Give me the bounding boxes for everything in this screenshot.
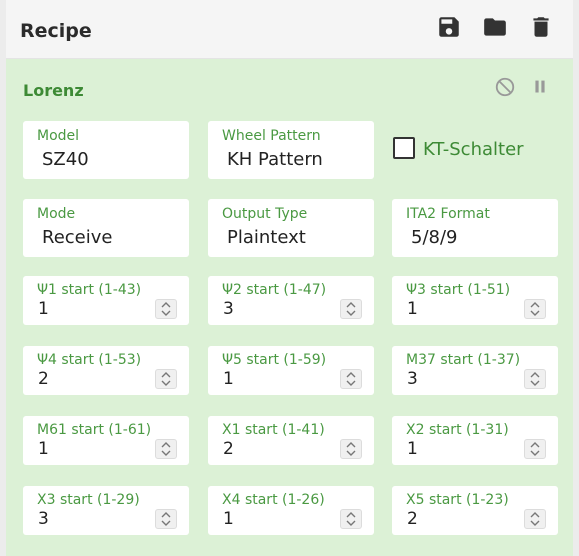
spinner-arrows-icon [346, 302, 356, 316]
psi5-start-label: Ψ5 start (1-59) [222, 352, 327, 368]
psi2-start-field[interactable]: Ψ2 start (1-47) 3 [208, 276, 374, 325]
x2-start-spinner[interactable] [524, 439, 546, 459]
psi5-start-spinner[interactable] [340, 369, 362, 389]
x1-start-spinner[interactable] [340, 439, 362, 459]
operation-title: Lorenz [23, 81, 84, 100]
x2-start-value[interactable]: 1 [407, 439, 418, 459]
spinner-arrows-icon [530, 372, 540, 386]
wheel-pattern-field[interactable]: Wheel Pattern KH Pattern [208, 121, 374, 179]
psi4-start-value[interactable]: 2 [38, 369, 49, 389]
mode-label: Mode [37, 206, 76, 222]
psi3-start-value[interactable]: 1 [407, 299, 418, 319]
ita2-format-value[interactable]: 5/8/9 [411, 227, 458, 248]
x3-start-spinner[interactable] [155, 509, 177, 529]
kt-schalter-label[interactable]: KT-Schalter [423, 139, 524, 160]
kt-schalter-checkbox[interactable] [393, 137, 415, 159]
m37-start-spinner[interactable] [524, 369, 546, 389]
m37-start-label: M37 start (1-37) [406, 352, 521, 368]
psi3-start-label: Ψ3 start (1-51) [406, 282, 511, 298]
x5-start-label: X5 start (1-23) [406, 492, 509, 508]
spinner-arrows-icon [161, 442, 171, 456]
m37-start-value[interactable]: 3 [407, 369, 418, 389]
psi2-start-label: Ψ2 start (1-47) [222, 282, 327, 298]
psi2-start-value[interactable]: 3 [223, 299, 234, 319]
x1-start-label: X1 start (1-41) [222, 422, 325, 438]
psi4-start-field[interactable]: Ψ4 start (1-53) 2 [23, 346, 189, 395]
psi4-start-label: Ψ4 start (1-53) [37, 352, 142, 368]
spinner-arrows-icon [346, 512, 356, 526]
psi3-start-spinner[interactable] [524, 299, 546, 319]
x4-start-value[interactable]: 1 [223, 509, 234, 529]
spinner-arrows-icon [161, 302, 171, 316]
operation-lorenz: Lorenz Model SZ40 Wheel Pattern KH Patte… [6, 59, 573, 556]
trash-icon[interactable] [528, 14, 554, 40]
spinner-arrows-icon [161, 512, 171, 526]
recipe-header: Recipe [6, 0, 573, 59]
ita2-format-field[interactable]: ITA2 Format 5/8/9 [392, 199, 558, 257]
x4-start-label: X4 start (1-26) [222, 492, 325, 508]
spinner-arrows-icon [161, 372, 171, 386]
psi1-start-spinner[interactable] [155, 299, 177, 319]
spinner-arrows-icon [530, 302, 540, 316]
model-label: Model [37, 128, 80, 144]
wheel-pattern-value[interactable]: KH Pattern [227, 149, 323, 170]
x3-start-value[interactable]: 3 [38, 509, 49, 529]
psi1-start-value[interactable]: 1 [38, 299, 49, 319]
x5-start-spinner[interactable] [524, 509, 546, 529]
m61-start-label: M61 start (1-61) [37, 422, 152, 438]
output-type-field[interactable]: Output Type Plaintext [208, 199, 374, 257]
x3-start-label: X3 start (1-29) [37, 492, 140, 508]
block-icon[interactable] [494, 76, 516, 98]
m61-start-field[interactable]: M61 start (1-61) 1 [23, 416, 189, 465]
wheel-pattern-label: Wheel Pattern [222, 128, 321, 144]
x1-start-value[interactable]: 2 [223, 439, 234, 459]
model-value[interactable]: SZ40 [42, 149, 89, 170]
x2-start-label: X2 start (1-31) [406, 422, 509, 438]
spinner-arrows-icon [530, 442, 540, 456]
mode-value[interactable]: Receive [42, 227, 112, 248]
x5-start-value[interactable]: 2 [407, 509, 418, 529]
spinner-arrows-icon [530, 512, 540, 526]
psi3-start-field[interactable]: Ψ3 start (1-51) 1 [392, 276, 558, 325]
mode-field[interactable]: Mode Receive [23, 199, 189, 257]
psi2-start-spinner[interactable] [340, 299, 362, 319]
output-type-label: Output Type [222, 206, 308, 222]
recipe-panel: Recipe Lorenz Model SZ40 Wheel Pattern K… [6, 0, 573, 556]
recipe-title: Recipe [20, 20, 92, 42]
spinner-arrows-icon [346, 442, 356, 456]
folder-icon[interactable] [482, 14, 508, 40]
spinner-arrows-icon [346, 372, 356, 386]
pause-icon[interactable] [529, 76, 551, 98]
x3-start-field[interactable]: X3 start (1-29) 3 [23, 486, 189, 535]
psi1-start-field[interactable]: Ψ1 start (1-43) 1 [23, 276, 189, 325]
x2-start-field[interactable]: X2 start (1-31) 1 [392, 416, 558, 465]
output-type-value[interactable]: Plaintext [227, 227, 306, 248]
psi1-start-label: Ψ1 start (1-43) [37, 282, 142, 298]
m37-start-field[interactable]: M37 start (1-37) 3 [392, 346, 558, 395]
psi5-start-value[interactable]: 1 [223, 369, 234, 389]
save-icon[interactable] [436, 14, 462, 40]
x1-start-field[interactable]: X1 start (1-41) 2 [208, 416, 374, 465]
psi4-start-spinner[interactable] [155, 369, 177, 389]
m61-start-spinner[interactable] [155, 439, 177, 459]
x4-start-spinner[interactable] [340, 509, 362, 529]
ita2-format-label: ITA2 Format [406, 206, 490, 222]
model-field[interactable]: Model SZ40 [23, 121, 189, 179]
x4-start-field[interactable]: X4 start (1-26) 1 [208, 486, 374, 535]
m61-start-value[interactable]: 1 [38, 439, 49, 459]
x5-start-field[interactable]: X5 start (1-23) 2 [392, 486, 558, 535]
psi5-start-field[interactable]: Ψ5 start (1-59) 1 [208, 346, 374, 395]
